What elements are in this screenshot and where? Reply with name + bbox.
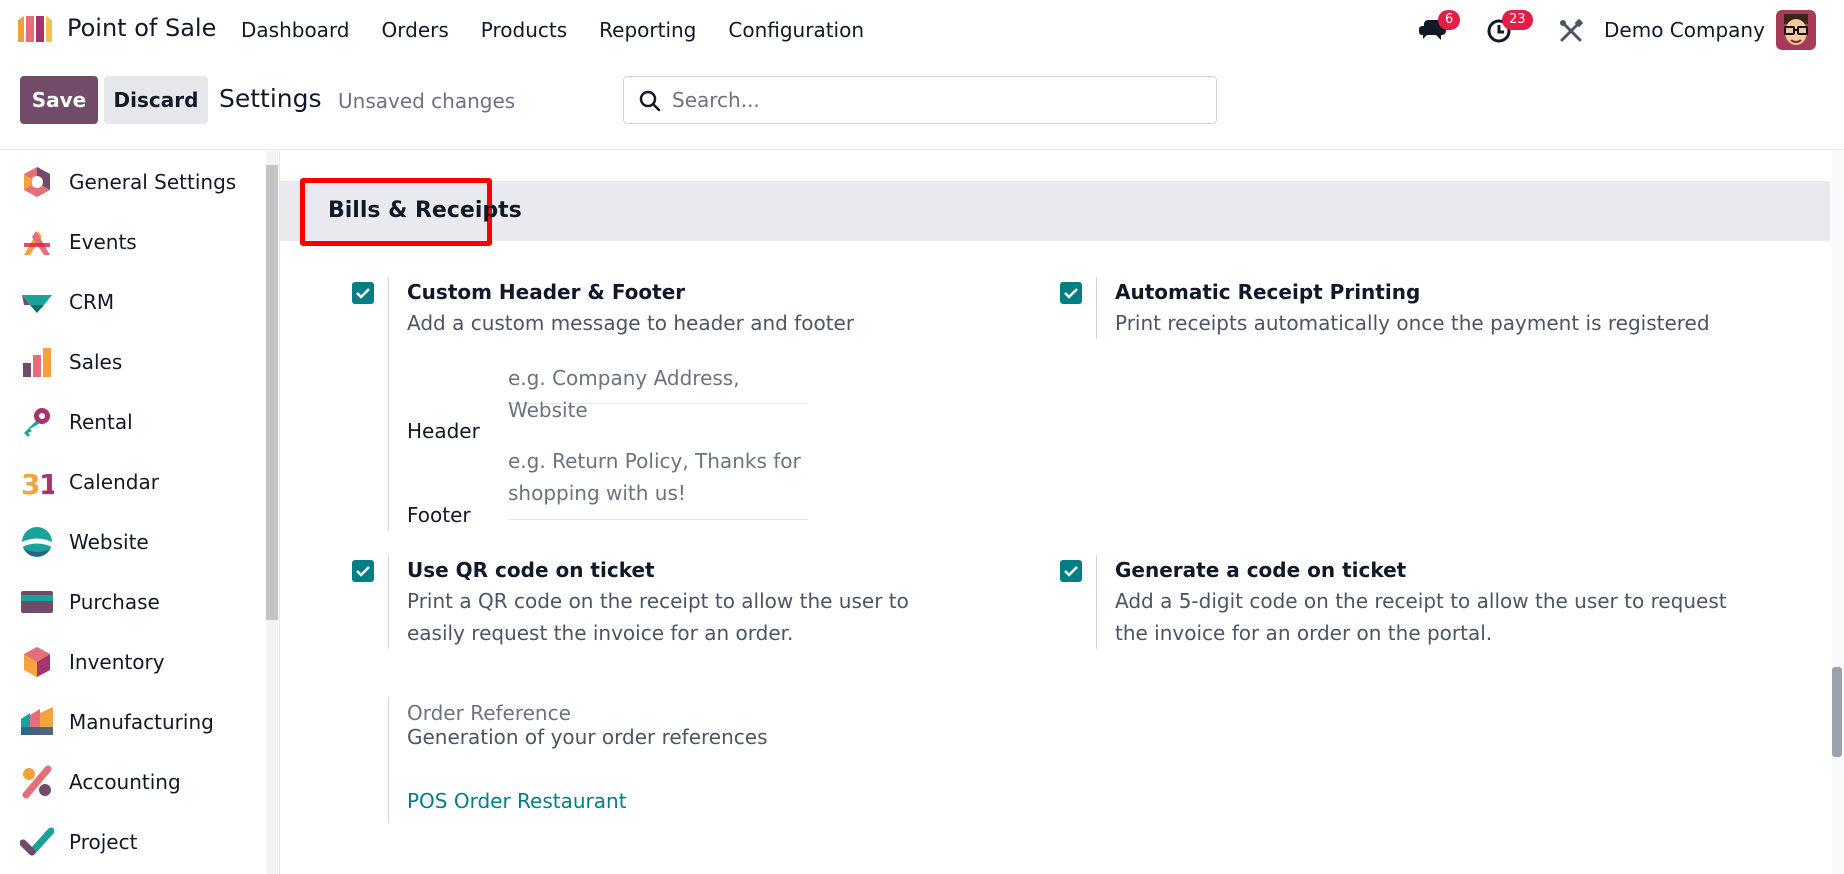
- qr-code-desc: Print a QR code on the receipt to allow …: [407, 589, 909, 645]
- main-scrollbar-track[interactable]: [1832, 151, 1844, 874]
- sidebar-item-purchase[interactable]: Purchase: [0, 574, 268, 630]
- order-reference-desc: Generation of your order references: [407, 725, 768, 749]
- sidebar-item-label: General Settings: [69, 170, 237, 194]
- accounting-icon: [22, 765, 52, 799]
- custom-header-footer-title: Custom Header & Footer: [407, 280, 686, 304]
- sidebar-item-events[interactable]: Events: [0, 214, 268, 270]
- pos-order-restaurant-link[interactable]: POS Order Restaurant: [407, 789, 627, 813]
- header-label: Header: [407, 419, 480, 443]
- menu-reporting[interactable]: Reporting: [599, 18, 696, 42]
- footer-input[interactable]: e.g. Return Policy, Thanks for shopping …: [508, 445, 808, 520]
- qr-code-title: Use QR code on ticket: [407, 558, 655, 582]
- setting-divider: [1096, 555, 1097, 649]
- sales-icon: [23, 348, 51, 377]
- footer-label: Footer: [407, 503, 471, 527]
- header-input[interactable]: e.g. Company Address, Website: [508, 362, 808, 422]
- crm-icon: [22, 295, 52, 313]
- svg-text:3: 3: [21, 468, 40, 499]
- sidebar-item-general-settings[interactable]: General Settings: [0, 154, 268, 210]
- page-title: Settings: [219, 84, 322, 113]
- sidebar-item-accounting[interactable]: Accounting: [0, 754, 268, 810]
- sidebar-item-inventory[interactable]: Inventory: [0, 634, 268, 690]
- discard-button[interactable]: Discard: [104, 76, 208, 124]
- search-box[interactable]: [623, 76, 1217, 124]
- tools-icon[interactable]: [1558, 18, 1584, 44]
- sidebar-item-label: Accounting: [69, 770, 181, 794]
- sidebar-item-project[interactable]: Project: [0, 814, 268, 870]
- generate-code-desc: Add a 5-digit code on the receipt to all…: [1115, 589, 1727, 645]
- menu-dashboard[interactable]: Dashboard: [241, 18, 350, 42]
- search-input[interactable]: [672, 85, 1202, 115]
- activities-button[interactable]: 23: [1486, 10, 1533, 46]
- sidebar-item-label: Calendar: [69, 470, 159, 494]
- sidebar-item-label: Project: [69, 830, 138, 854]
- menu-orders[interactable]: Orders: [382, 18, 449, 42]
- svg-text:1: 1: [39, 468, 54, 499]
- sidebar-item-label: Events: [69, 230, 137, 254]
- app-name[interactable]: Point of Sale: [67, 14, 216, 42]
- settings-content: Bills & Receipts Custom Header & Footer …: [280, 151, 1830, 874]
- sidebar-item-label: Sales: [69, 350, 123, 374]
- sidebar-item-sales[interactable]: Sales: [0, 334, 268, 390]
- sidebar-item-manufacturing[interactable]: Manufacturing: [0, 694, 268, 750]
- purchase-icon: [21, 591, 53, 613]
- project-checkmark-icon: [20, 827, 54, 856]
- sidebar-item-calendar[interactable]: 3 1 Calendar: [0, 454, 268, 510]
- events-icon: [24, 231, 50, 255]
- setting-divider: [388, 697, 389, 823]
- messages-badge: 6: [1438, 10, 1461, 30]
- messages-button[interactable]: 6: [1418, 10, 1461, 46]
- checkmark-icon: [1064, 288, 1078, 299]
- avatar-face-icon: [1776, 10, 1816, 50]
- general-settings-icon: [24, 167, 50, 197]
- rental-key-icon: [24, 408, 50, 437]
- section-title: Bills & Receipts: [328, 198, 522, 223]
- main-menu: Dashboard Orders Products Reporting Conf…: [241, 18, 896, 42]
- checkmark-icon: [356, 288, 370, 299]
- sidebar-scrollbar-thumb[interactable]: [266, 165, 278, 620]
- qr-code-checkbox[interactable]: [352, 560, 374, 582]
- generate-code-checkbox[interactable]: [1060, 560, 1082, 582]
- sidebar-item-label: Rental: [69, 410, 133, 434]
- website-icon: [22, 527, 52, 557]
- manufacturing-icon: [21, 707, 53, 735]
- company-switcher[interactable]: Demo Company: [1604, 18, 1765, 42]
- menu-configuration[interactable]: Configuration: [728, 18, 864, 42]
- user-avatar[interactable]: [1776, 10, 1816, 50]
- calendar-icon: 3 1: [21, 468, 54, 499]
- sidebar-item-label: Website: [69, 530, 149, 554]
- unsaved-status: Unsaved changes: [338, 89, 516, 113]
- sidebar-item-crm[interactable]: CRM: [0, 274, 268, 330]
- sidebar-item-label: Manufacturing: [69, 710, 214, 734]
- setting-divider: [388, 277, 389, 531]
- settings-sidebar: General Settings Events CRM Sales Rental…: [0, 151, 268, 874]
- auto-receipt-checkbox[interactable]: [1060, 282, 1082, 304]
- activities-badge: 23: [1502, 10, 1533, 30]
- checkmark-icon: [356, 566, 370, 577]
- control-panel: Save Discard Settings Unsaved changes: [0, 58, 1844, 150]
- sidebar-item-label: CRM: [69, 290, 115, 314]
- auto-receipt-desc: Print receipts automatically once the pa…: [1115, 311, 1710, 335]
- setting-divider: [1096, 277, 1097, 339]
- auto-receipt-title: Automatic Receipt Printing: [1115, 280, 1421, 304]
- checkmark-icon: [1064, 566, 1078, 577]
- sidebar-item-label: Purchase: [69, 590, 160, 614]
- pos-app-icon[interactable]: [16, 14, 54, 44]
- inventory-icon: [24, 647, 50, 677]
- sidebar-item-label: Inventory: [69, 650, 165, 674]
- sidebar-item-rental[interactable]: Rental: [0, 394, 268, 450]
- generate-code-title: Generate a code on ticket: [1115, 558, 1407, 582]
- top-navbar: Point of Sale Dashboard Orders Products …: [0, 0, 1844, 58]
- main-scrollbar-thumb[interactable]: [1832, 667, 1842, 757]
- search-icon: [639, 90, 661, 112]
- sidebar-item-website[interactable]: Website: [0, 514, 268, 570]
- menu-products[interactable]: Products: [481, 18, 567, 42]
- save-button[interactable]: Save: [20, 76, 98, 124]
- custom-header-footer-checkbox[interactable]: [352, 282, 374, 304]
- setting-divider: [388, 555, 389, 649]
- custom-header-footer-desc: Add a custom message to header and foote…: [407, 311, 855, 335]
